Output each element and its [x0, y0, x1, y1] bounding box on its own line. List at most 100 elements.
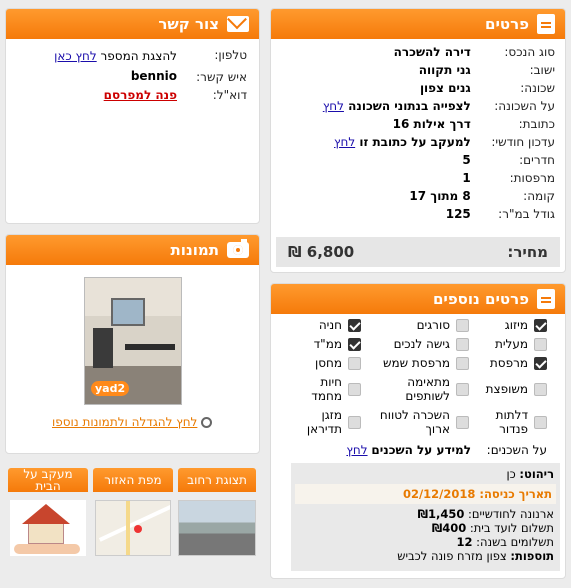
detail-row: כתובת: דרך אילות 16 [392, 117, 555, 131]
price-value: 6,800 ₪ [288, 243, 355, 261]
track-home-image[interactable] [10, 500, 86, 556]
checkbox [534, 356, 547, 370]
vaad-line: תשלום לועד בית: ₪400 [297, 521, 554, 535]
feature-item: השכרה לטווח ארוך [374, 408, 469, 436]
info-text: כן [506, 467, 516, 481]
feature-label: גישה לנכים [393, 337, 450, 351]
details-title: פרטים [485, 15, 529, 33]
desk-shape [125, 344, 175, 350]
feature-label: מרפסת שמש [382, 356, 450, 370]
main-photo[interactable]: yad2 [84, 277, 182, 405]
street-view-button[interactable]: תצוגת רחוב [178, 468, 256, 492]
feature-label: מתאימה לשותפים [405, 375, 450, 403]
feature-label: מזגן תדיראן [306, 408, 342, 436]
detail-row: ישוב: גני תקווה [418, 63, 555, 77]
additions-line: תוספות: צפון מזרח פונה לכביש [297, 549, 554, 563]
enlarge-row: לחץ להגדלה ולתמונות נוספו [52, 415, 213, 429]
neighborhood-link[interactable]: לחץ [323, 99, 344, 113]
checkbox [348, 318, 361, 332]
checkbox [534, 337, 547, 351]
details-header: פרטים [271, 9, 565, 39]
furniture-line: ריהוט: כן [297, 467, 554, 481]
checkbox [348, 356, 361, 370]
yad2-watermark: yad2 [91, 381, 130, 396]
info-text: ריהוט: [519, 467, 554, 481]
checkbox [534, 382, 547, 396]
info-text: ₪400 [431, 521, 467, 535]
checkbox [348, 337, 361, 351]
feature-item: גישה לנכים [394, 337, 469, 351]
enlarge-link[interactable]: לחץ להגדלה ולתמונות נוספו [52, 415, 197, 429]
feature-label: מרפסת [489, 356, 528, 370]
checkbox [456, 318, 469, 332]
feature-item: חניה [319, 318, 361, 332]
feature-item: סורגים [417, 318, 469, 332]
feature-item: חיות מחמד [299, 375, 361, 403]
feature-item: מיזוג [505, 318, 547, 332]
feature-label: משופצת [485, 382, 528, 396]
house-shape [28, 522, 64, 544]
contact-person: bennio [130, 69, 177, 83]
entry-date-line: תאריך כניסה: 02/12/2018 [295, 484, 556, 504]
info-text: ₪1,450 [417, 507, 465, 521]
payments-line: תשלומים בשנה: 12 [297, 535, 554, 549]
area-map-button[interactable]: מפת האזור [93, 468, 173, 492]
feature-item: מחסן [315, 356, 361, 370]
feature-label: מחסן [314, 356, 342, 370]
detail-row: גודל במ"ר: 125 [445, 207, 555, 221]
checkbox [348, 415, 361, 429]
feature-item: מתאימה לשותפים [385, 375, 469, 403]
contact-advertiser-link[interactable]: פנה למפרסם [104, 88, 177, 102]
info-text: 02/12/2018 [402, 487, 476, 501]
info-text: תאריך כניסה: [479, 487, 552, 501]
contact-header: צור קשר [6, 9, 259, 39]
photos-title: תמונות [170, 241, 219, 259]
details-card: פרטים סוג הנכס: דירה להשכרה ישוב: גני תקוו… [270, 8, 566, 273]
feature-label: מעלית [494, 337, 528, 351]
street-view-image[interactable] [178, 500, 256, 556]
detail-row: שכונה: גנים צפון [419, 81, 555, 95]
extras-title: פרטים נוספים [432, 290, 529, 308]
map-road [98, 504, 170, 542]
checkbox [456, 415, 469, 429]
map-road [126, 501, 130, 555]
photos-header: תמונות [6, 235, 259, 265]
detail-row: קומה: 8 מתוך 17 [409, 189, 555, 203]
show-phone-link[interactable]: לחץ כאן [54, 49, 97, 63]
contact-title: צור קשר [158, 15, 219, 33]
info-text: תשלום לועד בית: [469, 521, 554, 535]
checkbox [456, 356, 469, 370]
feature-item: מרפסת [490, 356, 547, 370]
photos-card: תמונות yad2 לחץ להגדלה ולתמונות נוספו [5, 234, 260, 454]
roof-shape [22, 504, 70, 524]
info-text: 12 [456, 535, 473, 549]
track-address-link[interactable]: לחץ [334, 135, 355, 149]
neighbors-link[interactable]: לחץ [346, 443, 367, 457]
info-text: צפון מזרח פונה לכביש [397, 549, 507, 563]
feature-label: מיזוג [504, 318, 528, 332]
envelope-icon [227, 16, 249, 32]
feature-item: מרפסת שמש [383, 356, 469, 370]
details-table: סוג הנכס: דירה להשכרה ישוב: גני תקווה שכונ… [275, 43, 555, 223]
feature-item: מעלית [495, 337, 547, 351]
checkbox [456, 382, 469, 396]
map-pin-icon [134, 525, 142, 533]
feature-label: חניה [318, 318, 342, 332]
detail-row: עדכון חודשי: למעקב על כתובת זו לחץ [334, 135, 555, 149]
info-box: ריהוט: כן תאריך כניסה: 02/12/2018 ארנונה… [291, 463, 560, 571]
feature-label: דלתות פנדור [495, 408, 528, 436]
contact-table: טלפון: להצגת המספר לחץ כאן איש קשר: bennio… [54, 48, 247, 102]
feature-label: השכרה לטווח ארוך [379, 408, 450, 436]
zoom-icon [201, 416, 213, 428]
price-label: מחיר: [507, 243, 548, 261]
document-icon [537, 14, 555, 34]
track-home-button[interactable]: מעקב על הבית [8, 468, 88, 492]
info-text: תשלומים בשנה: [476, 535, 554, 549]
chair-shape [93, 328, 113, 368]
neighbors-row: על השכנים: למידע על השכנים לחץ [346, 443, 547, 457]
area-map-image[interactable] [95, 500, 171, 556]
feature-item: ממ"ד [314, 337, 361, 351]
feature-label: סורגים [416, 318, 450, 332]
detail-row: על השכונה: לצפייה בנתוני השכונה לחץ [322, 99, 555, 113]
extras-header: פרטים נוספים [271, 284, 565, 314]
